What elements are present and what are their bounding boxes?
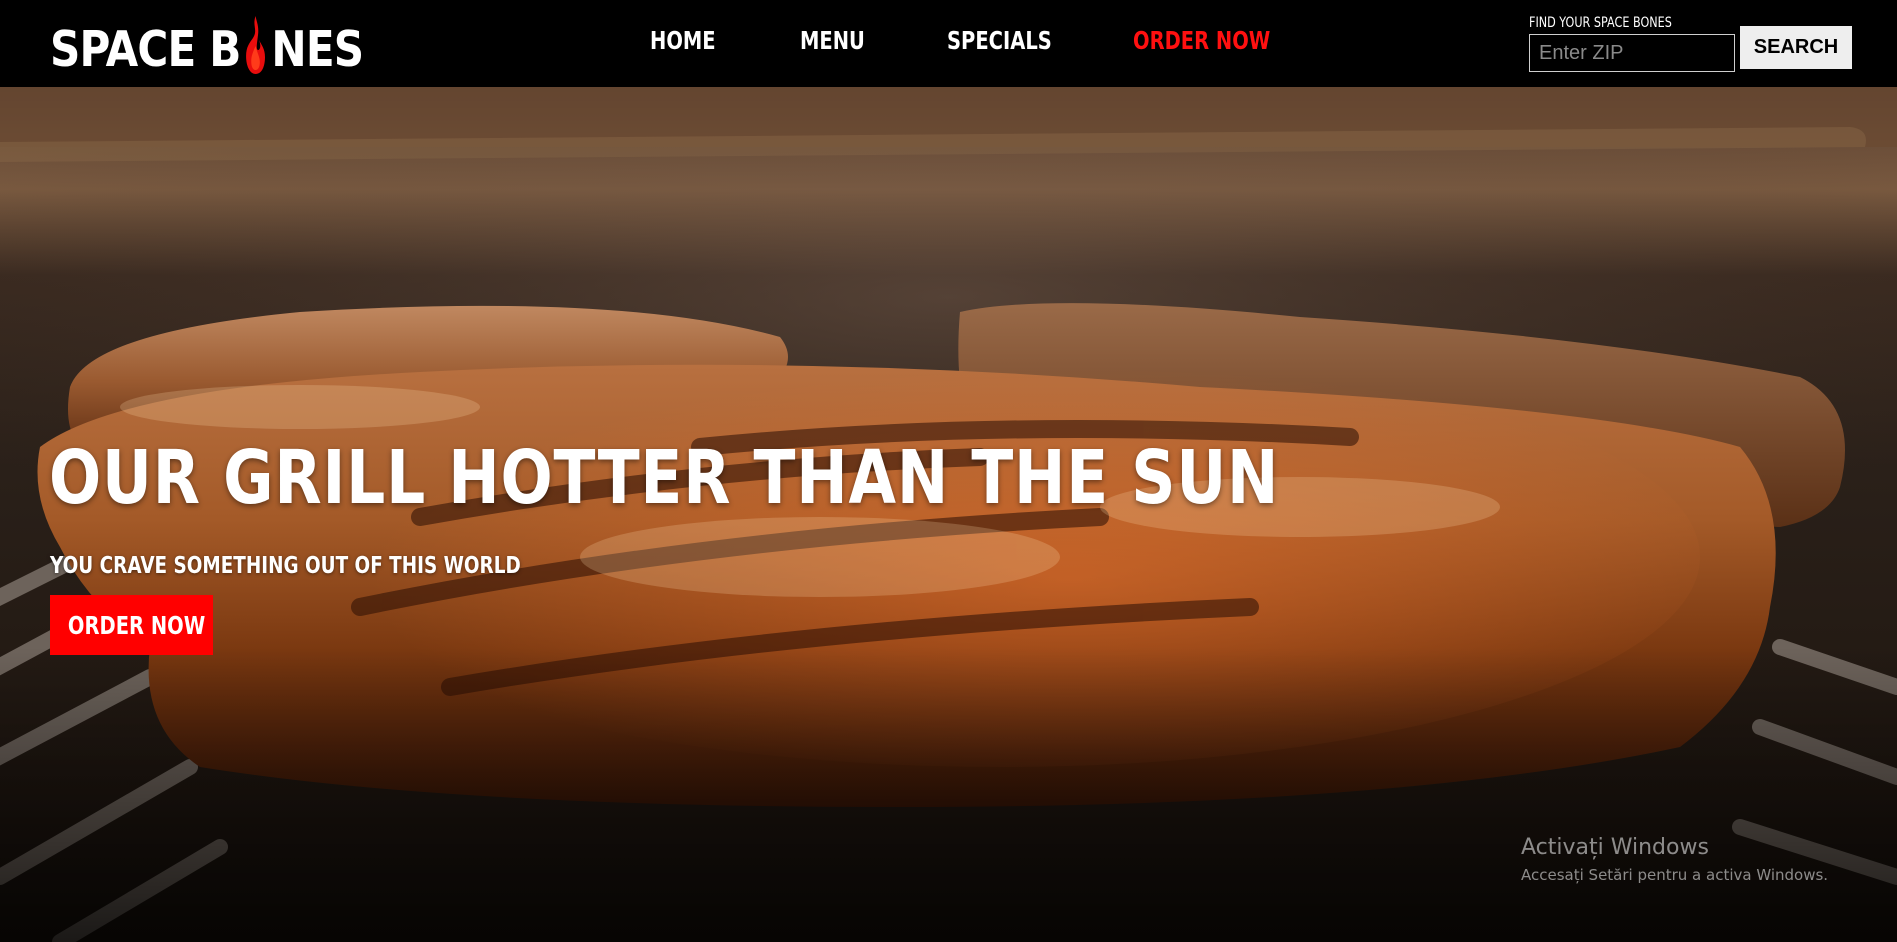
flame-icon	[241, 16, 270, 74]
site-header: SPACE B NES HOME MENU SPECIALS ORDER NOW…	[0, 0, 1897, 87]
nav-order-now[interactable]: ORDER NOW	[1133, 26, 1270, 55]
nav-specials[interactable]: SPECIALS	[947, 26, 1052, 55]
search-label: FIND YOUR SPACE BONES	[1529, 15, 1672, 31]
hero-subtitle: YOU CRAVE SOMETHING OUT OF THIS WORLD	[50, 553, 521, 579]
watermark-subtitle: Accesați Setări pentru a activa Windows.	[1521, 866, 1829, 884]
hero-section: OUR GRILL HOTTER THAN THE SUN YOU CRAVE …	[0, 87, 1897, 942]
hero-order-now-label: ORDER NOW	[67, 610, 206, 640]
logo-text-part2: NES	[271, 21, 364, 78]
zip-input[interactable]	[1529, 34, 1735, 72]
windows-activation-watermark: Activați Windows Accesați Setări pentru …	[1521, 835, 1828, 884]
nav-menu[interactable]: MENU	[800, 26, 865, 55]
hero-order-now-button[interactable]: ORDER NOW	[50, 595, 213, 655]
nav-home[interactable]: HOME	[650, 26, 716, 55]
search-button[interactable]: SEARCH	[1740, 26, 1852, 69]
site-logo[interactable]: SPACE B NES	[50, 12, 364, 78]
logo-text-part1: SPACE B	[50, 21, 241, 78]
hero-title: OUR GRILL HOTTER THAN THE SUN	[49, 435, 1280, 521]
watermark-title: Activați Windows	[1521, 835, 1709, 860]
